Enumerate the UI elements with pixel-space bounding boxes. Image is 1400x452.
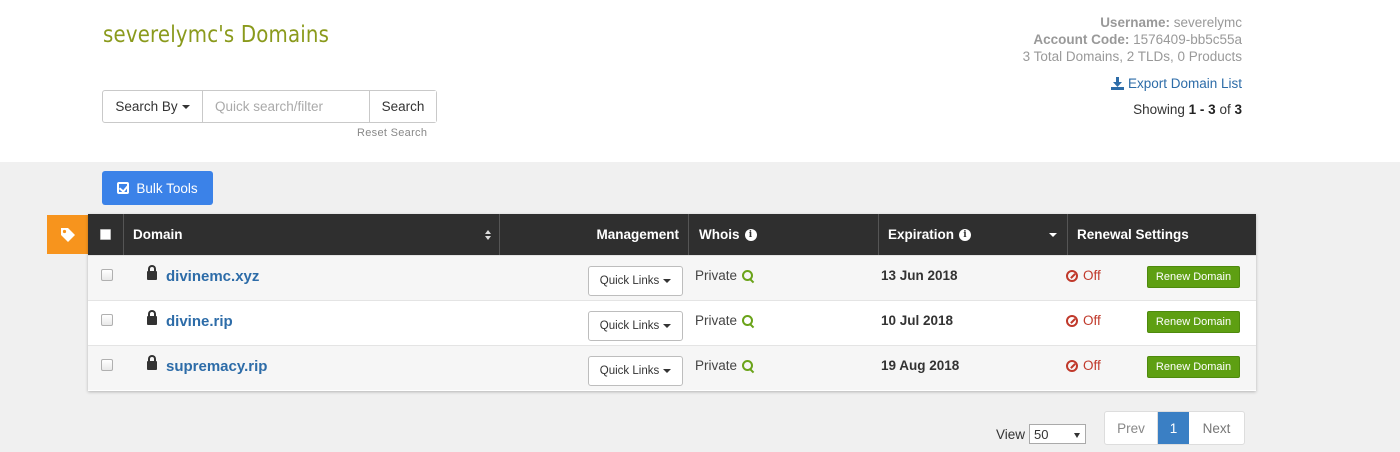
expiration-date: 10 Jul 2018 [881,313,954,328]
column-domain-label: Domain [133,227,183,242]
column-whois: Whois i [689,214,879,255]
row-checkbox[interactable] [101,314,113,326]
renewal-status[interactable]: Off [1066,268,1101,283]
sort-icon [485,236,491,240]
search-by-dropdown[interactable]: Search By [103,91,203,122]
tags-tab[interactable] [47,215,88,254]
renew-domain-button[interactable]: Renew Domain [1147,266,1240,288]
page-button-current[interactable]: 1 [1158,412,1189,444]
chevron-down-icon [1049,233,1057,237]
table-row: divine.rip Quick Links Private 10 Jul 20… [88,300,1256,345]
domain-link[interactable]: divinemc.xyz [166,268,259,285]
search-icon[interactable] [742,359,754,372]
domain-link[interactable]: divine.rip [166,313,233,330]
domains-table: Domain Management Whois i Expiration i R… [88,214,1256,391]
export-domain-list-link[interactable]: Export Domain List [1110,76,1242,91]
account-code-value: 1576409-bb5c55a [1133,32,1242,47]
per-page-control: View 50 [996,424,1087,444]
next-page-button[interactable]: Next [1189,412,1244,444]
whois-status: Private [695,313,754,328]
ban-icon [1066,314,1078,327]
lock-icon [147,265,157,280]
page-header: severelymc's Domains Search By Search Re… [0,0,1400,162]
quick-links-dropdown[interactable]: Quick Links [588,266,683,296]
chevron-down-icon [663,279,672,283]
username-value: severelymc [1173,15,1242,30]
row-checkbox[interactable] [101,269,113,281]
column-domain[interactable]: Domain [124,214,500,255]
search-group: Search By Search [102,90,437,123]
search-icon[interactable] [742,269,754,282]
pagination: Prev 1 Next [1104,411,1245,445]
column-expiration-label: Expiration [888,227,955,242]
expiration-date: 13 Jun 2018 [881,268,958,283]
table-row: divinemc.xyz Quick Links Private 13 Jun … [88,255,1256,300]
username-line: Username: severelymc [1100,15,1242,30]
reset-search-link[interactable]: Reset Search [357,127,427,139]
column-renewal-label: Renewal Settings [1077,227,1189,242]
view-label: View [996,426,1026,442]
column-expiration[interactable]: Expiration i [879,214,1068,255]
showing-total: 3 [1234,102,1242,117]
bulk-tools-button[interactable]: Bulk Tools [102,171,213,205]
search-icon[interactable] [742,314,754,327]
table-header: Domain Management Whois i Expiration i R… [88,214,1256,255]
chevron-down-icon [663,324,672,328]
whois-status: Private [695,358,754,373]
lock-icon [147,310,157,325]
prev-page-button[interactable]: Prev [1105,412,1158,444]
ban-icon [1066,269,1078,282]
showing-range: 1 - 3 [1188,102,1216,117]
chevron-down-icon [663,369,672,373]
bulk-tools-label: Bulk Tools [136,180,198,196]
info-icon[interactable]: i [744,228,757,241]
domain-link[interactable]: supremacy.rip [166,358,267,375]
check-square-icon [117,182,130,194]
search-input[interactable] [203,91,369,122]
table-row: supremacy.rip Quick Links Private 19 Aug… [88,345,1256,390]
column-management: Management [500,214,689,255]
quick-links-dropdown[interactable]: Quick Links [588,356,683,386]
column-renewal-settings: Renewal Settings [1068,214,1256,255]
download-icon [1110,77,1124,90]
page-title: severelymc's Domains [103,22,330,48]
renewal-status[interactable]: Off [1066,313,1101,328]
quick-links-dropdown[interactable]: Quick Links [588,311,683,341]
search-button[interactable]: Search [369,91,436,122]
info-icon[interactable]: i [959,228,972,241]
account-info: Username: severelymc Account Code: 15764… [1023,14,1242,65]
row-checkbox[interactable] [101,359,113,371]
ban-icon [1066,359,1078,372]
select-all-cell [88,214,124,255]
sort-icon [485,230,491,234]
chevron-down-icon [1074,433,1081,438]
chevron-down-icon [181,104,190,109]
per-page-select[interactable]: 50 [1029,424,1087,444]
account-summary: 3 Total Domains, 2 TLDs, 0 Products [1022,49,1242,64]
export-label: Export Domain List [1127,76,1242,91]
lock-icon [147,355,157,370]
expiration-date: 19 Aug 2018 [881,358,960,373]
select-all-checkbox[interactable] [100,229,111,240]
showing-count: Showing 1 - 3 of 3 [1133,102,1242,117]
account-code-line: Account Code: 1576409-bb5c55a [1033,32,1242,47]
tag-icon [60,227,75,242]
search-by-label: Search By [115,99,178,114]
whois-status: Private [695,268,754,283]
column-whois-label: Whois [699,227,740,242]
renewal-status[interactable]: Off [1066,358,1101,373]
column-management-label: Management [596,227,679,242]
renew-domain-button[interactable]: Renew Domain [1147,311,1240,333]
renew-domain-button[interactable]: Renew Domain [1147,356,1240,378]
